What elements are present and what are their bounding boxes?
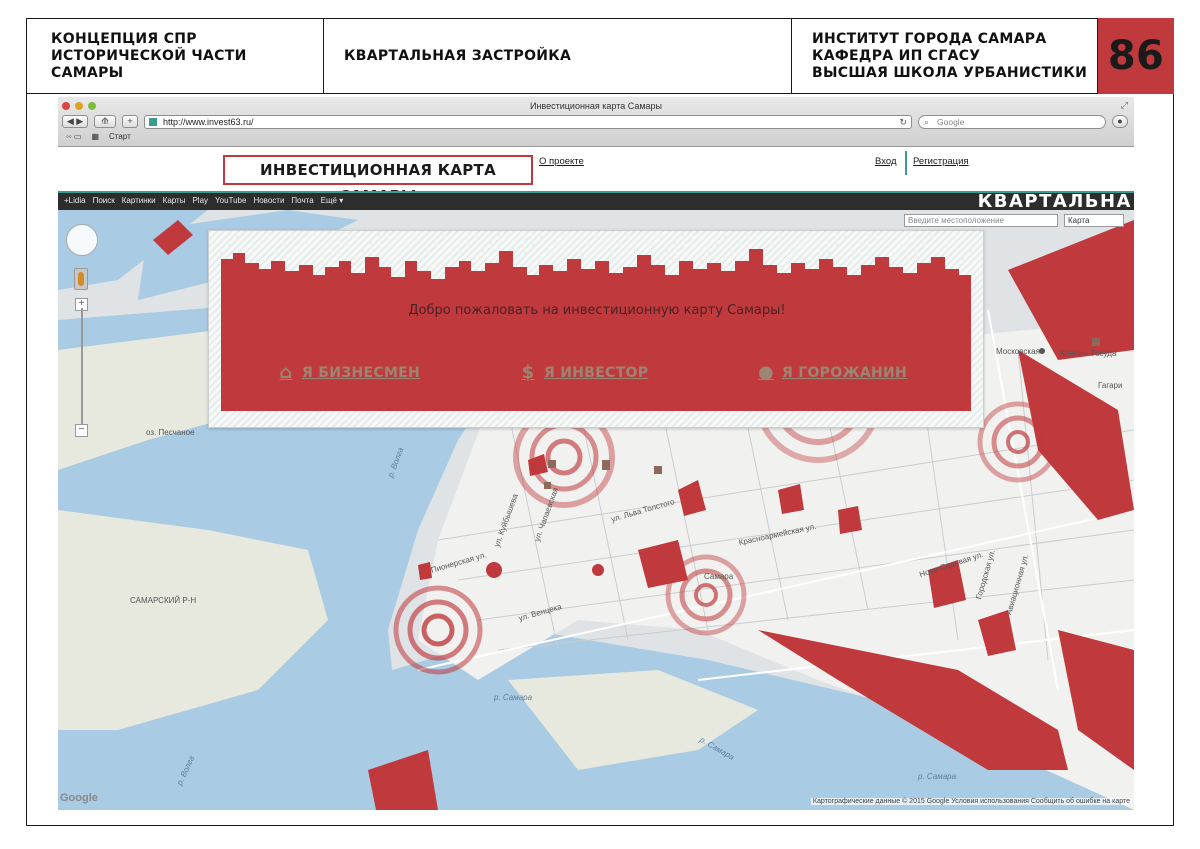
reload-icon[interactable]: ↻ [899,116,907,128]
citizen-option[interactable]: ● Я ГОРОЖАНИН [755,362,907,384]
metro-label: Московская [996,347,1040,356]
bookmarks-bar: ◦◦ ▭ ▦ Старт [66,132,131,141]
window-title: Инвестиционная карта Самары [529,101,663,111]
house-icon: ⌂ [279,362,293,383]
businessman-option[interactable]: ⌂ Я БИЗНЕСМЕН [275,362,420,384]
street-view-pegman-icon[interactable] [74,268,88,290]
register-link[interactable]: Регистрация [913,156,969,167]
gbar-item-images[interactable]: Картинки [122,196,156,205]
river-label-samara-3: р. Самара [918,772,957,781]
citizen-label: Я ГОРОЖАНИН [782,365,908,381]
brand-overlay: КВАРТАЛЬНА [977,191,1132,212]
gbar-item-maps[interactable]: Карты [163,196,186,205]
institution-info: ИНСТИТУТ ГОРОДА САМАРА КАФЕДРА ИП СГАСУ … [792,18,1098,94]
section-title: КВАРТАЛЬНАЯ ЗАСТРОЙКА [324,18,792,94]
gbar-item-more[interactable]: Ещё ▾ [321,196,344,205]
welcome-modal: Добро пожаловать на инвестиционную карту… [208,230,984,428]
pan-control[interactable] [66,224,98,256]
gbar-item-mail[interactable]: Почта [291,196,313,205]
gbar-item-youtube[interactable]: YouTube [215,196,246,205]
map-search-input[interactable]: Введите местоположение [904,214,1058,227]
downloads-icon[interactable]: ● [1112,115,1128,128]
search-placeholder: Google [937,117,965,127]
login-link[interactable]: Вход [875,156,897,167]
bookmark-item[interactable]: Старт [109,132,131,141]
skyline-banner [221,249,971,411]
zoom-out-button[interactable]: − [75,424,88,437]
about-link[interactable]: О проекте [539,156,584,167]
investor-option[interactable]: $ Я ИНВЕСТОР [517,362,648,384]
gbar-item-news[interactable]: Новости [253,196,284,205]
city-label: Самара [704,572,734,581]
businessman-label: Я БИЗНЕСМЕН [302,365,421,381]
back-forward-buttons[interactable]: ◀ ▶ [62,115,88,128]
url-text: http://www.invest63.ru/ [163,117,254,127]
browser-search-input[interactable]: ⌕ Google [918,115,1106,129]
concept-title: КОНЦЕПЦИЯ СПР ИСТОРИЧЕСКОЙ ЧАСТИ САМАРЫ [26,18,324,94]
add-tab-button[interactable]: + [122,115,138,128]
site-favicon-icon [149,118,157,126]
slide-header: КОНЦЕПЦИЯ СПР ИСТОРИЧЕСКОЙ ЧАСТИ САМАРЫ … [26,18,1174,94]
street-label-gagarina: Гагари [1098,381,1123,390]
map-attribution[interactable]: Картографические данные © 2015 Google Ус… [810,798,1132,805]
investor-label: Я ИНВЕСТОР [544,365,649,381]
browser-titlebar: Инвестиционная карта Самары ⤢ ◀ ▶ ⟰ + ht… [58,97,1134,147]
browser-window: Инвестиционная карта Самары ⤢ ◀ ▶ ⟰ + ht… [58,97,1134,810]
address-bar[interactable]: http://www.invest63.ru/ ↻ [144,115,912,129]
google-logo: Google [60,792,98,804]
money-hand-icon: $ [521,362,535,383]
page-number: 86 [1098,18,1174,94]
map-type-select[interactable]: Карта [1064,214,1124,227]
reader-icon[interactable]: ⟰ [94,115,116,128]
gbar-item-play[interactable]: Play [192,196,208,205]
site-header: ИНВЕСТИЦИОННАЯ КАРТА САМАРЫ О проекте Вх… [58,147,1134,205]
header-divider [905,151,907,175]
district-label: САМАРСКИЙ Р-Н [130,596,197,605]
reading-list-icon[interactable]: ◦◦ ▭ [66,132,81,141]
hospital-label: Клинич. Госуда [1060,349,1117,358]
gbar-item-profile[interactable]: +Lidia [64,196,86,205]
search-icon: ⌕ [924,117,930,127]
fullscreen-icon[interactable]: ⤢ [1121,100,1128,111]
top-sites-icon[interactable]: ▦ [91,132,99,141]
gbar-item-search[interactable]: Поиск [93,196,115,205]
site-title[interactable]: ИНВЕСТИЦИОННАЯ КАРТА САМАРЫ [223,155,533,205]
zoom-slider[interactable] [81,308,83,432]
person-icon: ● [757,362,774,383]
map-canvas[interactable]: Введите местоположение Карта + − оз. Пес… [58,210,1134,810]
welcome-text: Добро пожаловать на инвестиционную карту… [408,303,786,318]
river-label-samara: р. Самара [494,693,533,702]
lake-label: оз. Песчаное [146,428,195,437]
google-bar: +Lidia Поиск Картинки Карты Play YouTube… [58,191,1134,212]
